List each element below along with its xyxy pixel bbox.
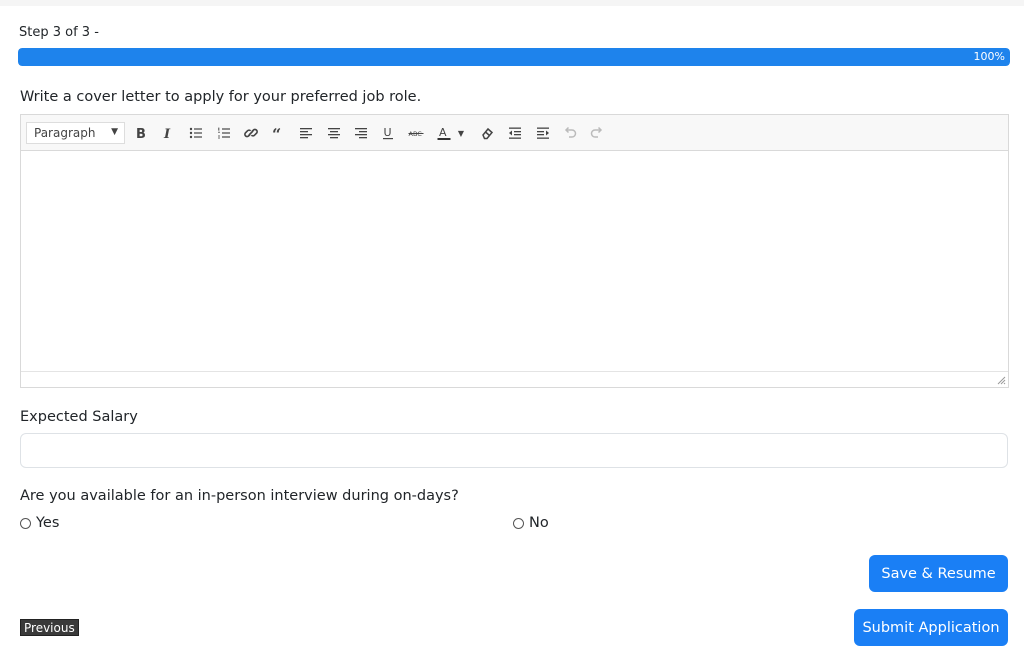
text-color-icon: A [437,126,451,140]
underline-icon: U [383,126,393,140]
align-right-button[interactable] [350,122,372,144]
redo-button[interactable] [586,122,608,144]
svg-text:“: “ [272,125,281,141]
resize-handle-icon[interactable] [997,376,1006,385]
undo-button[interactable] [559,122,581,144]
strikethrough-icon: ABC [408,130,424,138]
progress-fill: 100% [18,48,1010,66]
expected-salary-label: Expected Salary [20,409,138,425]
editor-statusbar [21,371,1008,387]
paragraph-format-value: Paragraph [34,126,96,140]
step-indicator: Step 3 of 3 - [19,25,99,40]
numbered-list-button[interactable] [213,122,235,144]
link-button[interactable] [240,122,262,144]
cover-letter-textarea[interactable] [21,152,1008,372]
indent-button[interactable] [532,122,554,144]
interview-question: Are you available for an in-person inter… [20,488,459,504]
blockquote-button[interactable]: “ [268,122,290,144]
italic-icon: I [163,127,171,141]
paragraph-format-select[interactable]: Paragraph ▼ [26,122,125,144]
progress-bar: 100% [18,48,1010,66]
indent-icon [537,127,549,139]
expected-salary-input[interactable] [20,433,1008,468]
svg-text:A: A [439,126,447,139]
redo-icon [590,126,603,138]
clear-format-button[interactable] [476,122,498,144]
progress-percent: 100% [973,50,1005,63]
top-strip [0,0,1024,6]
italic-button[interactable]: I [157,122,179,144]
underline-button[interactable]: U [377,122,399,144]
radio-button-icon[interactable] [513,517,524,529]
bold-button[interactable]: B [130,122,152,144]
link-icon [244,128,258,138]
radio-yes-label: Yes [36,515,60,531]
align-center-button[interactable] [323,122,345,144]
previous-button[interactable]: Previous [20,619,79,636]
save-resume-button[interactable]: Save & Resume [869,555,1008,592]
align-center-icon [328,128,340,139]
blockquote-icon: “ [272,125,281,141]
cover-letter-editor: Paragraph ▼ B I “ U A ▼ [20,114,1009,388]
radio-no[interactable]: No [513,515,549,531]
svg-text:B: B [136,127,146,141]
bulleted-list-icon [189,127,202,139]
chevron-down-icon: ▼ [457,128,465,138]
bold-icon: B [136,127,146,141]
cover-letter-label: Write a cover letter to apply for your p… [20,89,422,105]
outdent-button[interactable] [504,122,526,144]
chevron-down-icon: ▼ [111,127,118,137]
strikethrough-button[interactable]: ABC [405,122,427,144]
clear-format-icon [482,127,494,140]
radio-button-icon[interactable] [20,517,31,529]
align-left-button[interactable] [295,122,317,144]
editor-toolbar: Paragraph ▼ B I “ U A ▼ [21,115,1008,151]
bulleted-list-button[interactable] [185,122,207,144]
numbered-list-icon [218,127,230,139]
undo-icon [564,126,577,138]
svg-text:U: U [384,126,392,139]
submit-application-button[interactable]: Submit Application [854,609,1008,646]
outdent-icon [509,127,521,139]
align-left-icon [300,128,312,139]
align-right-icon [355,128,367,139]
radio-yes[interactable]: Yes [20,515,59,531]
text-color-button[interactable]: A ▼ [432,122,468,144]
svg-text:I: I [163,127,171,141]
radio-no-label: No [529,515,549,531]
